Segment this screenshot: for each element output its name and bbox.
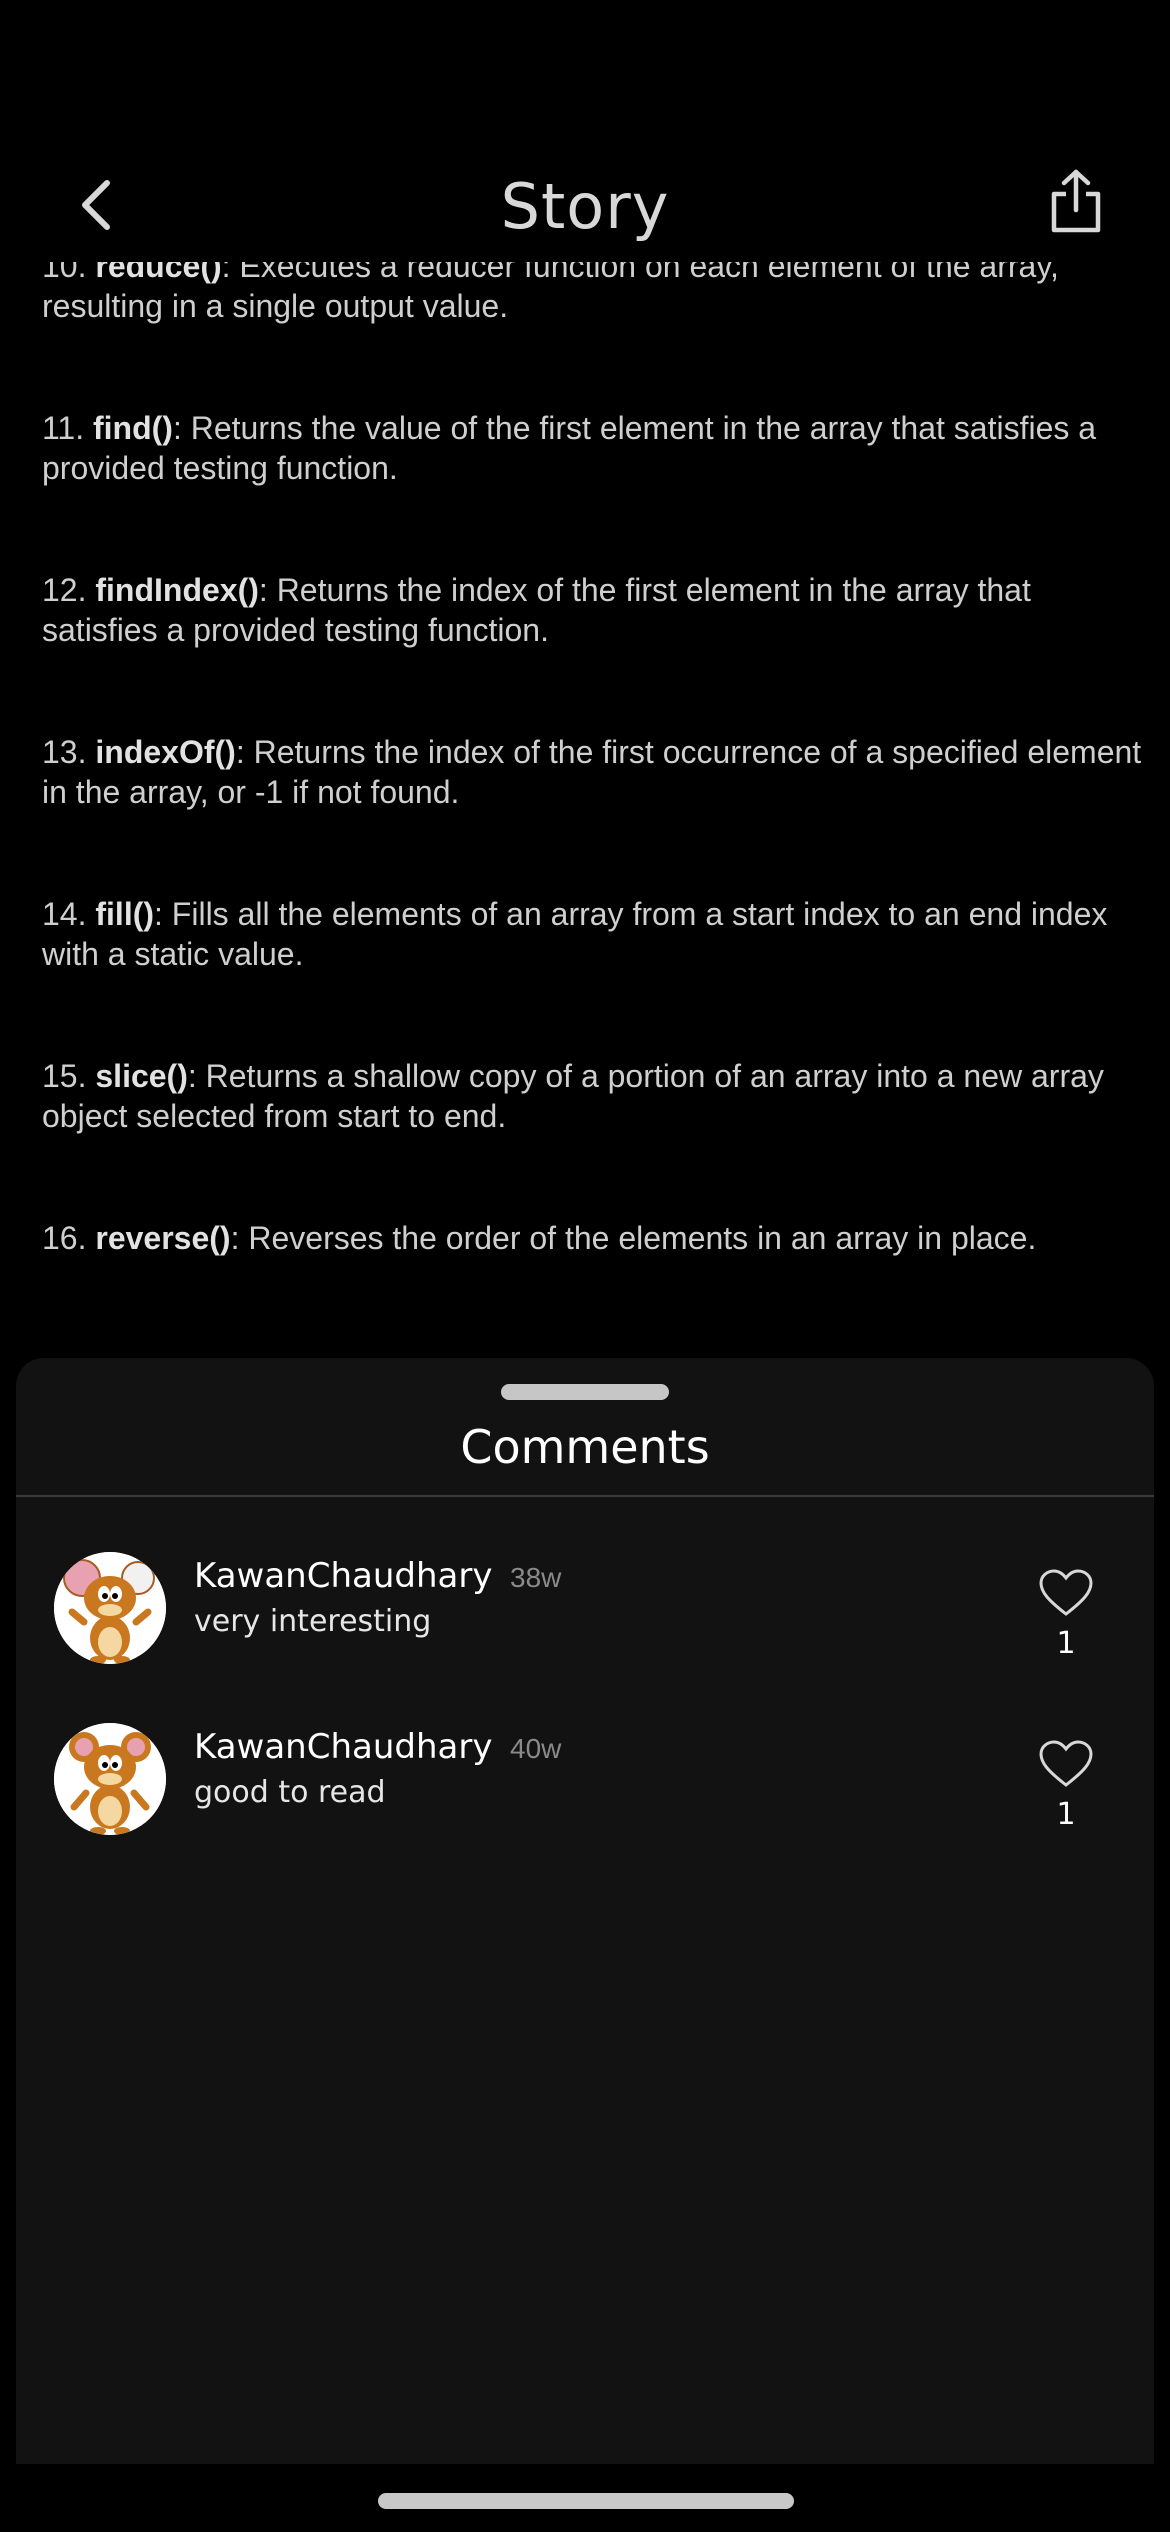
list-item: 12. findIndex(): Returns the index of th…	[42, 572, 1031, 648]
list-item: 11. find(): Returns the value of the fir…	[42, 410, 1097, 486]
list-item: 16. reverse(): Reverses the order of the…	[42, 1220, 1037, 1256]
avatar[interactable]	[54, 1552, 166, 1664]
divider	[16, 1495, 1154, 1497]
like-button[interactable]	[1038, 1568, 1094, 1618]
home-indicator[interactable]	[378, 2493, 794, 2509]
share-button[interactable]	[1036, 162, 1116, 242]
comment-item: KawanChaudhary 40w good to read 1	[16, 1723, 1154, 1853]
share-icon	[1051, 169, 1101, 233]
comment-timestamp: 40w	[510, 1733, 562, 1764]
method-name: slice()	[95, 1058, 188, 1094]
page-title: Story	[500, 170, 670, 243]
comments-title: Comments	[460, 1420, 710, 1474]
like-button[interactable]	[1038, 1739, 1094, 1789]
heart-outline-icon	[1039, 1740, 1093, 1787]
like-count: 1	[1056, 1626, 1076, 1661]
method-name: reverse()	[95, 1220, 231, 1256]
cartoon-mouse-avatar-icon	[54, 1552, 166, 1664]
method-name: findIndex()	[95, 572, 259, 608]
comment-username[interactable]: KawanChaudhary	[194, 1556, 492, 1596]
method-name: indexOf()	[95, 734, 236, 770]
story-screen: 10. reduce(): Executes a reducer functio…	[0, 0, 1170, 2532]
avatar[interactable]	[54, 1723, 166, 1835]
like-count: 1	[1056, 1797, 1076, 1832]
comment-username[interactable]: KawanChaudhary	[194, 1727, 492, 1767]
list-item: 14. fill(): Fills all the elements of an…	[42, 896, 1108, 972]
heart-outline-icon	[1039, 1569, 1093, 1616]
comment-text: good to read	[194, 1775, 386, 1810]
comment-item: KawanChaudhary 38w very interesting 1	[16, 1552, 1154, 1682]
comment-text: very interesting	[194, 1604, 432, 1639]
cartoon-mouse-avatar-icon	[54, 1723, 166, 1835]
list-item: 15. slice(): Returns a shallow copy of a…	[42, 1058, 1104, 1134]
list-item: 13. indexOf(): Returns the index of the …	[42, 734, 1142, 810]
story-method-list: 10. reduce(): Executes a reducer functio…	[42, 246, 1142, 1340]
method-name: find()	[93, 410, 173, 446]
sheet-drag-handle[interactable]	[501, 1384, 669, 1400]
comments-sheet: Comments KawanChaudhary 38w very interes…	[16, 1358, 1154, 2464]
method-name: fill()	[95, 896, 155, 932]
comment-timestamp: 38w	[510, 1562, 562, 1593]
top-bar: Story	[0, 140, 1170, 270]
